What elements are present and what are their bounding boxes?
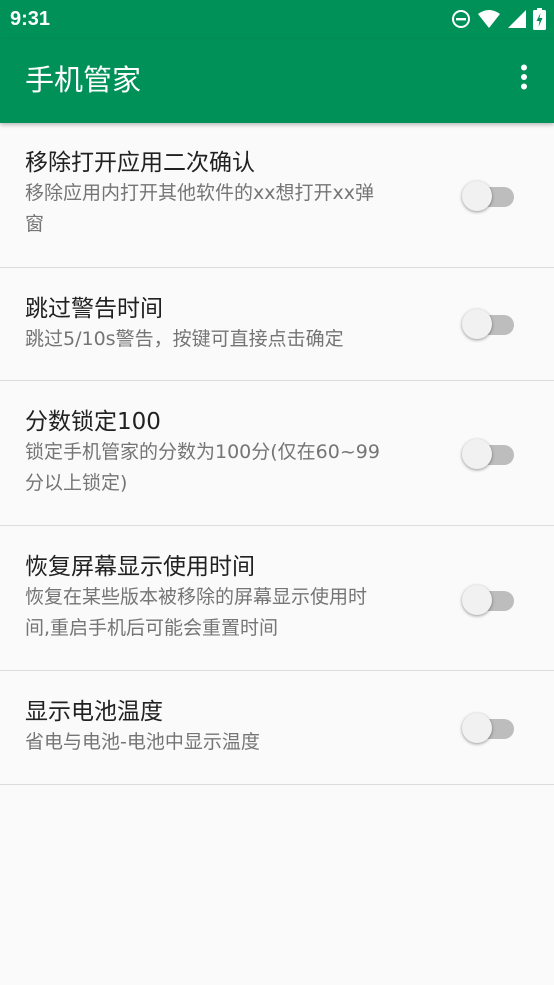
do-not-disturb-icon <box>451 9 471 29</box>
setting-summary-line1: 跳过5/10s警告，按键可直接点击确定 <box>25 328 344 350</box>
setting-summary-line1: 省电与电池-电池中显示温度 <box>25 731 260 753</box>
switch-thumb <box>462 713 492 743</box>
setting-row-skip-warning[interactable]: 跳过警告时间 跳过5/10s警告，按键可直接点击确定 <box>0 268 554 381</box>
setting-row-remove-open-confirm[interactable]: 移除打开应用二次确认 移除应用内打开其他软件的xx想打开xx弹 窗 <box>0 123 554 268</box>
app-title: 手机管家 <box>25 63 142 97</box>
setting-title: 分数锁定100 <box>25 409 161 435</box>
more-vert-icon <box>520 64 528 94</box>
signal-icon <box>507 9 527 29</box>
battery-charging-icon <box>533 8 546 30</box>
setting-row-screen-usage-time[interactable]: 恢复屏幕显示使用时间 恢复在某些版本被移除的屏幕显示使用时 间,重启手机后可能会… <box>0 526 554 671</box>
overflow-menu-button[interactable] <box>504 59 544 99</box>
setting-summary-line1: 移除应用内打开其他软件的xx想打开xx弹 <box>25 182 374 204</box>
setting-text: 分数锁定100 锁定手机管家的分数为100分(仅在60~99 分以上锁定) <box>25 407 420 499</box>
settings-list: 移除打开应用二次确认 移除应用内打开其他软件的xx想打开xx弹 窗 跳过警告时间… <box>0 123 554 785</box>
setting-title: 跳过警告时间 <box>25 296 163 322</box>
setting-toggle-switch[interactable] <box>462 710 514 743</box>
setting-toggle-switch[interactable] <box>462 582 514 615</box>
status-icons <box>451 7 546 31</box>
setting-title: 移除打开应用二次确认 <box>25 150 255 176</box>
setting-text: 移除打开应用二次确认 移除应用内打开其他软件的xx想打开xx弹 窗 <box>25 148 420 240</box>
wifi-icon <box>477 9 501 29</box>
setting-toggle-switch[interactable] <box>462 436 514 469</box>
setting-title: 恢复屏幕显示使用时间 <box>25 554 255 580</box>
switch-thumb <box>462 181 492 211</box>
setting-summary-line2: 分以上锁定) <box>25 472 128 494</box>
setting-text: 显示电池温度 省电与电池-电池中显示温度 <box>25 697 420 758</box>
setting-toggle-switch[interactable] <box>462 306 514 339</box>
switch-thumb <box>462 309 492 339</box>
setting-title: 显示电池温度 <box>25 699 163 725</box>
setting-text: 跳过警告时间 跳过5/10s警告，按键可直接点击确定 <box>25 294 420 355</box>
setting-summary-line1: 锁定手机管家的分数为100分(仅在60~99 <box>25 441 380 463</box>
status-bar: 9:31 <box>0 0 554 39</box>
status-time: 9:31 <box>10 8 51 30</box>
setting-row-score-lock[interactable]: 分数锁定100 锁定手机管家的分数为100分(仅在60~99 分以上锁定) <box>0 381 554 526</box>
setting-summary-line2: 窗 <box>25 213 45 235</box>
setting-summary-line1: 恢复在某些版本被移除的屏幕显示使用时 <box>25 586 368 608</box>
setting-toggle-switch[interactable] <box>462 178 514 211</box>
switch-thumb <box>462 585 492 615</box>
setting-summary-line2: 间,重启手机后可能会重置时间 <box>25 617 279 639</box>
setting-text: 恢复屏幕显示使用时间 恢复在某些版本被移除的屏幕显示使用时 间,重启手机后可能会… <box>25 552 420 644</box>
switch-thumb <box>462 439 492 469</box>
app-bar: 手机管家 <box>0 39 554 123</box>
setting-row-battery-temperature[interactable]: 显示电池温度 省电与电池-电池中显示温度 <box>0 671 554 785</box>
